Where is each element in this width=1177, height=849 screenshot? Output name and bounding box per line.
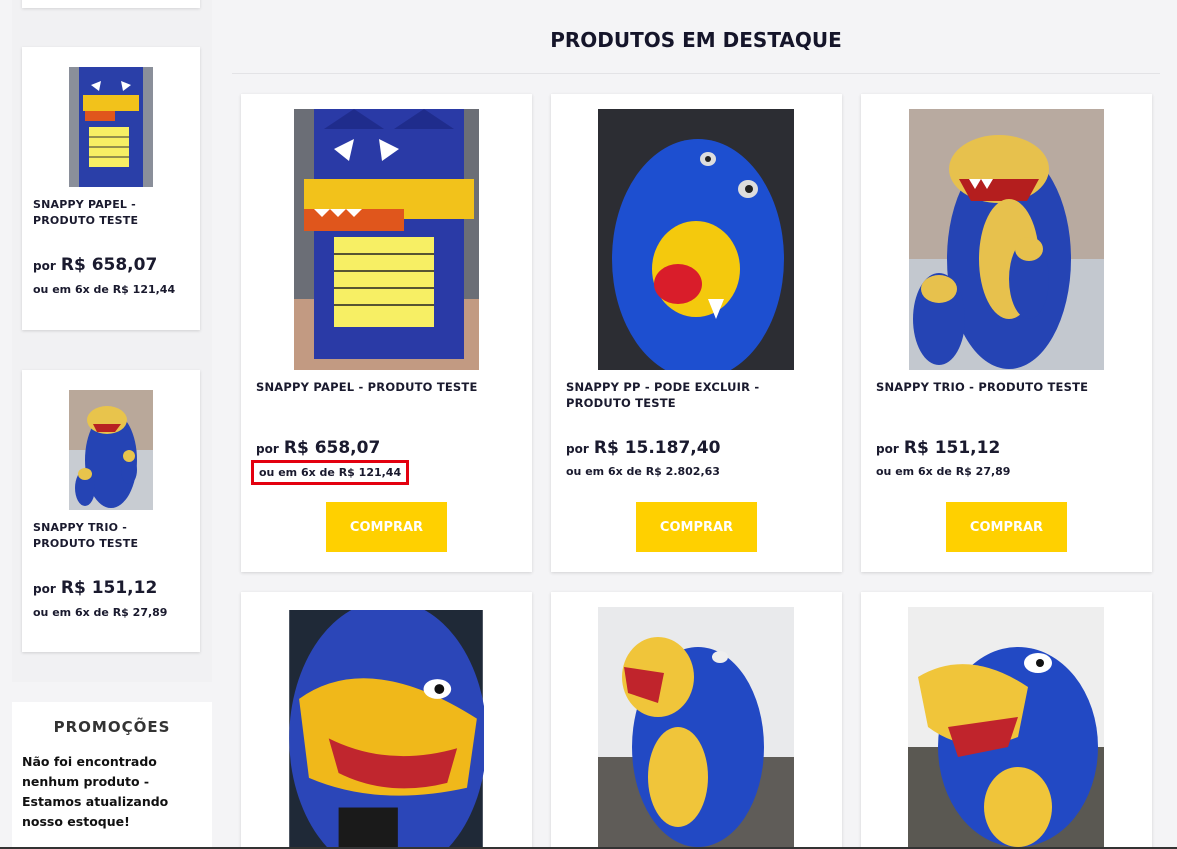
product-price: R$ 658,07: [283, 438, 381, 458]
installments: ou em 6x de R$ 121,44: [33, 283, 176, 296]
product-card[interactable]: SNAPPY PP - PODE EXCLUIR - PRODUTO TESTE…: [551, 94, 842, 572]
price-row: por R$ 658,07: [256, 438, 380, 458]
product-price: R$ 15.187,40: [593, 438, 721, 458]
installments-highlighted: ou em 6x de R$ 121,44: [251, 460, 410, 485]
installments: ou em 6x de R$ 2.802,63: [566, 465, 720, 478]
product-name[interactable]: SNAPPY PP - PODE EXCLUIR - PRODUTO TESTE: [566, 379, 826, 411]
installments: ou em 6x de R$ 27,89: [876, 465, 1011, 478]
product-name[interactable]: SNAPPY TRIO - PRODUTO TESTE: [876, 379, 1136, 395]
sidebar-product-card[interactable]: SNAPPY TRIO - PRODUTO TESTE por R$ 151,1…: [22, 370, 200, 652]
price-prefix: por: [33, 582, 56, 596]
buy-button[interactable]: COMPRAR: [946, 502, 1067, 552]
price-row: por R$ 15.187,40: [566, 438, 720, 458]
price-row: por R$ 151,12: [33, 578, 157, 598]
promotions-box: PROMOÇÕES Não foi encontrado nenhum prod…: [12, 702, 212, 849]
title-divider: [232, 73, 1160, 74]
product-image[interactable]: [909, 109, 1104, 370]
product-price: R$ 151,12: [60, 578, 158, 598]
product-name[interactable]: SNAPPY TRIO - PRODUTO TESTE: [33, 520, 193, 552]
sidebar-card-partial: [22, 0, 200, 8]
product-card[interactable]: SNAPPY TRIO - PRODUTO TESTE por R$ 151,1…: [861, 94, 1152, 572]
promotions-message: Não foi encontrado nenhum produto - Esta…: [22, 754, 169, 829]
product-image[interactable]: [598, 109, 794, 370]
buy-button[interactable]: COMPRAR: [326, 502, 447, 552]
product-card[interactable]: [551, 592, 842, 849]
price-prefix: por: [33, 259, 56, 273]
product-image[interactable]: [908, 607, 1104, 849]
price-prefix: por: [876, 442, 899, 456]
product-image[interactable]: [294, 109, 479, 370]
installments: ou em 6x de R$ 27,89: [33, 606, 168, 619]
buy-button[interactable]: COMPRAR: [636, 502, 757, 552]
product-card[interactable]: [241, 592, 532, 849]
price-row: por R$ 658,07: [33, 255, 157, 275]
promotions-title: PROMOÇÕES: [53, 718, 171, 736]
product-price: R$ 151,12: [903, 438, 1001, 458]
price-row: por R$ 151,12: [876, 438, 1000, 458]
product-card[interactable]: [861, 592, 1152, 849]
product-image[interactable]: [598, 607, 794, 849]
product-card[interactable]: SNAPPY PAPEL - PRODUTO TESTE por R$ 658,…: [241, 94, 532, 572]
product-image[interactable]: [69, 67, 153, 187]
product-name[interactable]: SNAPPY PAPEL - PRODUTO TESTE: [33, 197, 193, 229]
product-image[interactable]: [67, 390, 155, 510]
page-title: PRODUTOS EM DESTAQUE: [550, 28, 842, 52]
product-name[interactable]: SNAPPY PAPEL - PRODUTO TESTE: [256, 379, 516, 395]
price-prefix: por: [566, 442, 589, 456]
sidebar-product-card[interactable]: SNAPPY PAPEL - PRODUTO TESTE por R$ 658,…: [22, 47, 200, 330]
product-image[interactable]: [288, 610, 484, 849]
product-price: R$ 658,07: [60, 255, 158, 275]
price-prefix: por: [256, 442, 279, 456]
